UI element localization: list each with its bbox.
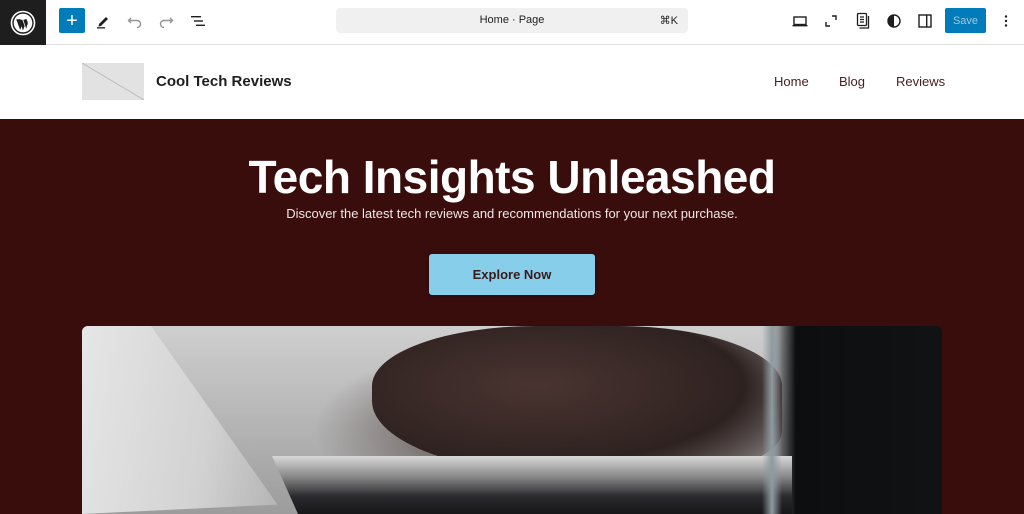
document-overview-icon [191,16,205,26]
sidebar-toggle-icon [918,14,932,28]
wordpress-icon [10,10,36,35]
save-button[interactable]: Save [945,8,986,33]
add-block-button[interactable]: + [59,8,85,33]
explore-now-button[interactable]: Explore Now [429,254,595,295]
pencil-icon [97,17,108,29]
options-menu-button[interactable] [993,8,1019,34]
undo-button[interactable] [122,8,148,34]
hero-image[interactable] [82,326,942,514]
desktop-view-icon [792,16,808,27]
document-title: Home · Page [479,14,545,26]
revisions-button[interactable] [850,8,876,34]
document-overview-button[interactable] [185,8,211,34]
hero-subtitle: Discover the latest tech reviews and rec… [286,206,738,221]
undo-icon [127,17,142,29]
keyboard-shape [272,456,792,514]
site-logo-placeholder[interactable] [82,63,144,100]
styles-contrast-icon [887,14,901,28]
nav-home[interactable]: Home [774,74,809,89]
tools-button[interactable] [90,8,116,34]
command-palette-bar[interactable]: Home · Page ⌘K [336,8,688,33]
view-button[interactable] [787,8,813,34]
hand-shape [372,326,782,476]
hero-title: Tech Insights Unleashed [248,151,776,203]
laptop-lid-shape [82,326,278,514]
screen-edge-shape [762,326,782,514]
site-header [0,45,1024,119]
nav-reviews[interactable]: Reviews [896,74,945,89]
fullscreen-icon [825,15,837,27]
revisions-icon [856,12,870,29]
placeholder-diagonal-icon [82,63,144,100]
plus-icon: + [66,9,78,32]
editor-toolbar: + Home · Page ⌘K Save [0,0,1024,45]
redo-button[interactable] [153,8,179,34]
fullscreen-button[interactable] [818,8,844,34]
settings-panel-button[interactable] [912,8,938,34]
keyboard-shortcut: ⌘K [659,15,678,27]
site-title[interactable]: Cool Tech Reviews [156,73,292,90]
wordpress-logo-button[interactable] [0,0,46,45]
more-vertical-icon [1004,15,1008,27]
styles-button[interactable] [881,8,907,34]
redo-icon [159,17,174,29]
nav-blog[interactable]: Blog [839,74,865,89]
